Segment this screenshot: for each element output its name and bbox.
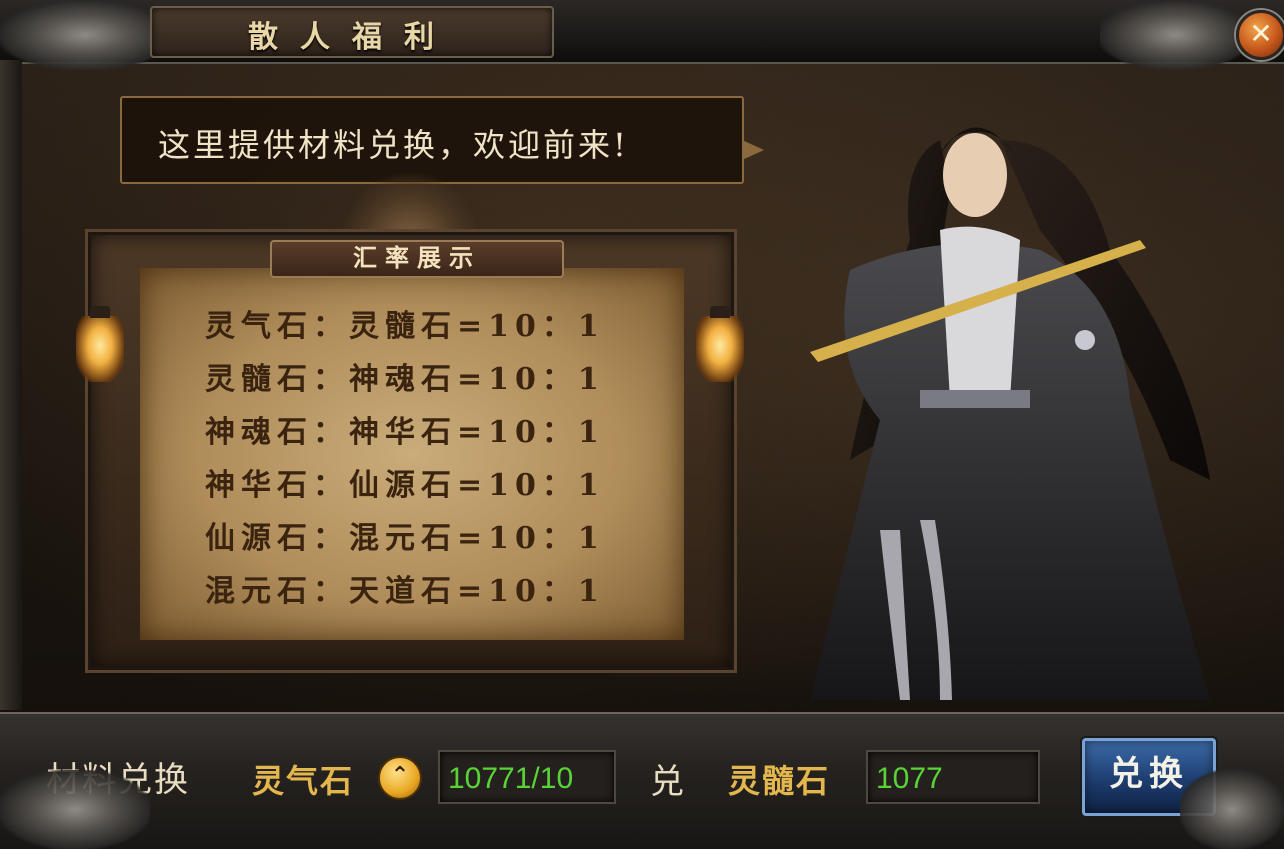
exchange-window: 散人福利 ✕ 这里提供材料兑换，欢迎前来! 汇率展示 灵气石：灵髓石=10：1 … <box>0 0 1284 849</box>
to-quantity-field[interactable]: 1077 <box>866 750 1040 804</box>
dragon-ornament-bottom-right <box>1180 770 1284 849</box>
rate-row: 灵气石：灵髓石=10：1 <box>205 309 605 344</box>
lantern-left-icon <box>76 306 124 382</box>
dragon-ornament-bottom-left <box>0 770 150 849</box>
close-icon: ✕ <box>1249 17 1273 50</box>
from-quantity-field[interactable]: 10771/10 <box>438 750 616 804</box>
title-plate: 散人福利 <box>150 6 554 58</box>
rate-row: 仙源石：混元石=10：1 <box>205 521 605 556</box>
to-item-name: 灵髓石 <box>728 762 831 800</box>
npc-speech-text: 这里提供材料兑换，欢迎前来! <box>158 126 629 164</box>
rate-board-title: 汇率展示 <box>270 240 564 278</box>
exchange-direction-label: 兑 <box>650 762 684 802</box>
npc-character-illustration <box>810 127 1210 701</box>
npc-speech-bubble: 这里提供材料兑换，欢迎前来! <box>120 96 764 184</box>
from-item-name: 灵气石 <box>252 762 355 800</box>
frame-left <box>0 60 22 710</box>
lantern-right-icon <box>696 306 744 382</box>
dragon-ornament-right <box>1100 0 1250 70</box>
item-select-button[interactable]: ⌃ <box>378 756 422 800</box>
rate-row: 神魂石：神华石=10：1 <box>205 415 605 450</box>
rate-row: 灵髓石：神魂石=10：1 <box>205 362 605 397</box>
close-button[interactable]: ✕ <box>1236 10 1284 60</box>
window-title: 散人福利 <box>248 20 456 55</box>
rate-list: 灵气石：灵髓石=10：1 灵髓石：神魂石=10：1 神魂石：神华石=10：1 神… <box>205 300 655 618</box>
chevron-up-icon: ⌃ <box>390 763 410 788</box>
rate-row: 混元石：天道石=10：1 <box>205 574 605 609</box>
rate-row: 神华石：仙源石=10：1 <box>205 468 605 503</box>
dragon-ornament-left <box>0 0 170 70</box>
